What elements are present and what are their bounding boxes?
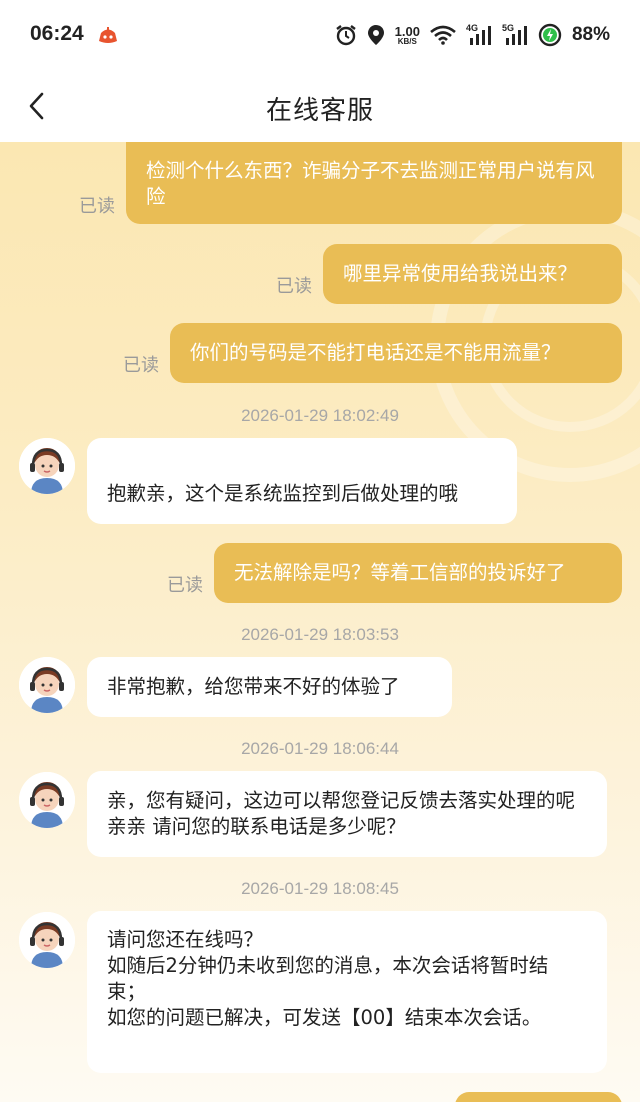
agent-avatar-icon — [19, 657, 75, 713]
read-status: 已读 — [167, 575, 203, 596]
message-text: 请问您还在线吗？ 如随后2分钟仍未收到您的消息，本次会话将暂时结束； 如您的问题… — [107, 928, 549, 1029]
status-icons: 1.00 KB/S 4G 5G 88% — [335, 20, 610, 50]
message-text: 无法解除是吗？等着工信部的投诉好了 — [234, 561, 566, 584]
net-speed-unit: KB/S — [397, 36, 417, 46]
agent-avatar-icon — [19, 912, 75, 968]
message-text: 哪里异常使用给我说出来？ — [343, 262, 578, 285]
message-text: 抱歉亲，这个是系统监控到后做处理的哦 — [107, 482, 459, 505]
message-text: 你们的号码是不能打电话还是不能用流量？ — [190, 341, 561, 364]
status-bar: 06:24 1.00 KB/S 4G 5G 88% — [0, 0, 640, 70]
nav-header: 在线客服 — [0, 70, 640, 142]
signal-bars-icon — [469, 26, 491, 45]
message-text: 非常抱歉，给您带来不好的体验了 — [107, 675, 400, 698]
message-timestamp: 2026-01-29 18:02:49 — [241, 406, 399, 425]
message-bubble-outgoing[interactable]: 你们的号码是不能打电话还是不能用流量？ — [170, 323, 622, 383]
battery-charging-icon — [538, 23, 562, 47]
agent-avatar — [19, 657, 75, 713]
signal-bars-icon — [505, 26, 527, 45]
agent-avatar — [19, 912, 75, 968]
location-icon — [367, 25, 384, 45]
agent-avatar-icon — [19, 772, 75, 828]
message-bubble-incoming[interactable]: 非常抱歉，给您带来不好的体验了 — [87, 657, 452, 717]
message-timestamp: 2026-01-29 18:03:53 — [241, 625, 399, 644]
message-bubble-outgoing[interactable]: 哪里异常使用给我说出来？ — [323, 244, 622, 304]
read-status: 已读 — [79, 196, 115, 217]
status-time: 06:24 — [30, 22, 84, 45]
net-speed-value: 1.00 — [394, 23, 420, 39]
message-bubble-incoming[interactable]: 请问您还在线吗？ 如随后2分钟仍未收到您的消息，本次会话将暂时结束； 如您的问题… — [87, 911, 607, 1073]
app-notification-icon — [99, 27, 117, 43]
chat-area[interactable]: 已读 检测个什么东西？诈骗分子不去监测正常用户说有风险 已读 哪里异常使用给我说… — [0, 142, 640, 1102]
message-text: 亲，您有疑问，这边可以帮您登记反馈去落实处理的呢亲亲 请问您的联系电话是多少呢？ — [107, 789, 576, 838]
message-bubble-incoming[interactable]: 亲，您有疑问，这边可以帮您登记反馈去落实处理的呢亲亲 请问您的联系电话是多少呢？ — [87, 771, 607, 857]
battery-percent: 88% — [571, 24, 610, 45]
net-speed: 1.00 KB/S — [395, 25, 420, 46]
read-status: 已读 — [123, 355, 159, 376]
agent-avatar — [19, 438, 75, 494]
message-bubble-incoming[interactable]: 抱歉亲，这个是系统监控到后做处理的哦 — [87, 438, 517, 524]
signal-4g: 4G — [466, 23, 492, 46]
wifi-icon — [430, 25, 456, 45]
message-text: 检测个什么东西？诈骗分子不去监测正常用户说有风险 — [146, 159, 595, 208]
agent-avatar — [19, 772, 75, 828]
agent-avatar-icon — [19, 438, 75, 494]
message-timestamp: 2026-01-29 18:06:44 — [241, 739, 399, 758]
read-status: 已读 — [276, 276, 312, 297]
signal-5g: 5G — [502, 23, 528, 46]
page-title: 在线客服 — [265, 96, 374, 126]
alarm-icon — [335, 25, 356, 46]
message-bubble-outgoing[interactable] — [455, 1092, 622, 1102]
message-timestamp: 2026-01-29 18:08:45 — [241, 879, 399, 898]
message-bubble-outgoing[interactable]: 无法解除是吗？等着工信部的投诉好了 — [214, 543, 622, 603]
message-bubble-outgoing[interactable]: 检测个什么东西？诈骗分子不去监测正常用户说有风险 — [126, 142, 622, 224]
